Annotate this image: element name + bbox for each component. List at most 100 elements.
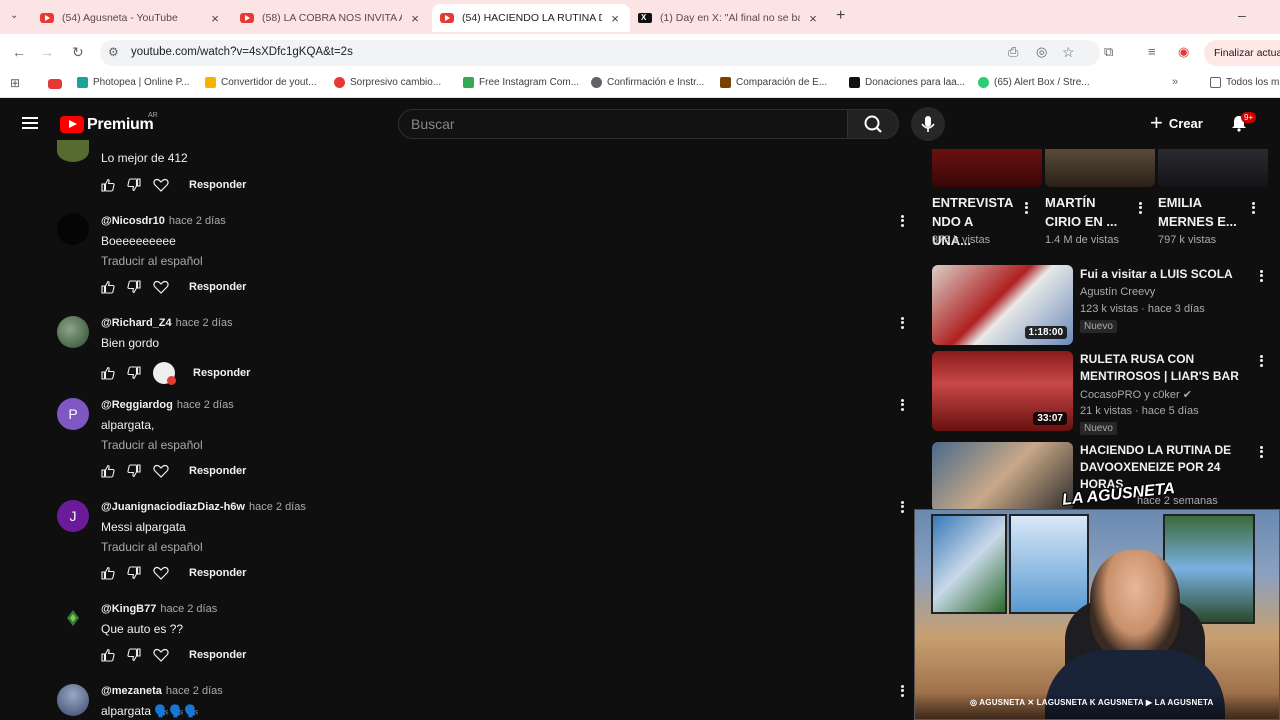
comment-author[interactable]: @mezaneta hace 2 días bbox=[101, 685, 223, 697]
like-icon[interactable] bbox=[101, 648, 115, 662]
media-icon[interactable]: ≡ bbox=[1148, 44, 1156, 59]
reply-button[interactable]: Responder bbox=[189, 465, 246, 477]
more-options-icon[interactable] bbox=[1023, 200, 1029, 216]
like-icon[interactable] bbox=[101, 464, 115, 478]
all-bookmarks[interactable]: Todos los m bbox=[1210, 77, 1279, 88]
youtube-logo-icon[interactable] bbox=[60, 116, 84, 133]
comment-author[interactable]: @Reggiardog hace 2 días bbox=[101, 399, 234, 411]
search-button[interactable] bbox=[847, 109, 899, 139]
short-thumbnail[interactable] bbox=[1045, 149, 1155, 187]
close-icon[interactable]: × bbox=[408, 11, 422, 26]
voice-search-button[interactable] bbox=[911, 107, 945, 141]
comment-author[interactable]: @Nicosdr10 hace 2 días bbox=[101, 215, 226, 227]
video-title[interactable]: Fui a visitar a LUIS SCOLA bbox=[1080, 266, 1250, 283]
bookmark-item[interactable]: Confirmación e Instr... bbox=[591, 77, 704, 88]
apps-icon[interactable]: ⊞ bbox=[10, 76, 20, 90]
url-text[interactable]: youtube.com/watch?v=4sXDfc1gKQA&t=2s bbox=[131, 46, 353, 58]
back-icon[interactable]: ← bbox=[12, 44, 26, 60]
translate-link[interactable]: Traducir al español bbox=[101, 254, 203, 268]
like-icon[interactable] bbox=[101, 366, 115, 380]
bookmark-star-icon[interactable]: ☆ bbox=[1062, 44, 1075, 61]
more-options-icon[interactable] bbox=[1137, 200, 1143, 216]
avatar[interactable]: P bbox=[57, 398, 89, 430]
video-channel[interactable]: CocasoPRO y c0ker ✔ bbox=[1080, 388, 1192, 401]
more-options-icon[interactable] bbox=[1258, 268, 1264, 284]
bookmark-item[interactable]: Donaciones para laa... bbox=[849, 77, 965, 88]
youtube-brand[interactable]: Premium bbox=[87, 116, 154, 134]
comment-author[interactable]: @JuanignaciodiazDiaz-h6w hace 2 días bbox=[101, 501, 306, 513]
site-info-icon[interactable]: ⚙ bbox=[108, 45, 119, 59]
avatar[interactable] bbox=[57, 316, 89, 348]
heart-icon[interactable] bbox=[153, 280, 169, 294]
reply-button[interactable]: Responder bbox=[189, 567, 246, 579]
menu-icon[interactable] bbox=[22, 117, 38, 129]
translate-link[interactable]: Traducir al español bbox=[101, 540, 203, 554]
bookmark-item[interactable]: Sorpresivo cambio... bbox=[334, 77, 441, 88]
translate-link[interactable]: Traducir al español bbox=[101, 438, 203, 452]
reply-button[interactable]: Responder bbox=[193, 367, 250, 379]
close-icon[interactable]: × bbox=[208, 11, 222, 26]
search-box[interactable] bbox=[398, 109, 848, 139]
more-options-icon[interactable] bbox=[899, 499, 905, 515]
dislike-icon[interactable] bbox=[127, 280, 141, 294]
dislike-icon[interactable] bbox=[127, 366, 141, 380]
heart-icon[interactable] bbox=[153, 178, 169, 192]
reply-button[interactable]: Responder bbox=[189, 649, 246, 661]
more-options-icon[interactable] bbox=[899, 315, 905, 331]
heart-icon[interactable] bbox=[153, 464, 169, 478]
install-icon[interactable]: ⎙ bbox=[1008, 44, 1018, 60]
more-options-icon[interactable] bbox=[1258, 353, 1264, 369]
profile-icon[interactable]: ◉ bbox=[1178, 44, 1189, 60]
video-thumbnail[interactable] bbox=[932, 442, 1073, 512]
browser-tab[interactable]: (58) LA COBRA NOS INVITA A S × bbox=[232, 4, 430, 32]
more-options-icon[interactable] bbox=[899, 213, 905, 229]
creator-heart-icon[interactable] bbox=[153, 362, 176, 385]
video-title[interactable]: RULETA RUSA CON MENTIROSOS | LIAR'S BAR bbox=[1080, 351, 1250, 385]
tab-list-chevron-icon[interactable]: ⌄ bbox=[10, 10, 18, 21]
more-bookmarks-icon[interactable]: » bbox=[1172, 76, 1178, 88]
new-tab-icon[interactable]: + bbox=[836, 7, 845, 25]
dislike-icon[interactable] bbox=[127, 178, 141, 192]
more-options-icon[interactable] bbox=[899, 683, 905, 699]
short-thumbnail[interactable] bbox=[1158, 149, 1268, 187]
short-title[interactable]: MARTÍN CIRIO EN ... bbox=[1045, 193, 1127, 231]
more-options-icon[interactable] bbox=[1250, 200, 1256, 216]
heart-icon[interactable] bbox=[153, 566, 169, 580]
avatar[interactable] bbox=[57, 684, 89, 716]
avatar[interactable] bbox=[57, 602, 89, 634]
browser-tab[interactable]: (54) Agusneta - YouTube × bbox=[32, 4, 230, 32]
dislike-icon[interactable] bbox=[127, 464, 141, 478]
heart-icon[interactable] bbox=[153, 648, 169, 662]
video-channel[interactable]: Agustín Creevy bbox=[1080, 286, 1155, 298]
more-options-icon[interactable] bbox=[1258, 444, 1264, 460]
more-options-icon[interactable] bbox=[899, 397, 905, 413]
avatar[interactable]: J bbox=[57, 500, 89, 532]
video-thumbnail[interactable]: 33:07 bbox=[932, 351, 1073, 431]
video-thumbnail[interactable]: 1:18:00 bbox=[932, 265, 1073, 345]
forward-icon[interactable]: → bbox=[40, 44, 54, 60]
eye-off-icon[interactable]: ◎ bbox=[1036, 44, 1047, 60]
bookmark-item[interactable]: Photopea | Online P... bbox=[77, 77, 189, 88]
browser-tab[interactable]: (1) Day en X: "Al final no se baj × bbox=[630, 4, 828, 32]
dislike-icon[interactable] bbox=[127, 648, 141, 662]
like-icon[interactable] bbox=[101, 280, 115, 294]
finalizar-button[interactable]: Finalizar actual bbox=[1204, 40, 1280, 66]
avatar[interactable] bbox=[57, 213, 89, 245]
like-icon[interactable] bbox=[101, 178, 115, 192]
extensions-icon[interactable]: ⧉ bbox=[1104, 44, 1113, 60]
browser-tab-active[interactable]: (54) HACIENDO LA RUTINA DE × bbox=[432, 4, 630, 32]
reload-icon[interactable]: ↻ bbox=[72, 44, 84, 61]
dislike-icon[interactable] bbox=[127, 566, 141, 580]
close-icon[interactable]: × bbox=[608, 11, 622, 26]
short-thumbnail[interactable] bbox=[932, 149, 1042, 187]
create-button[interactable]: + Crear bbox=[1150, 112, 1203, 134]
reply-button[interactable]: Responder bbox=[189, 179, 246, 191]
close-icon[interactable]: × bbox=[806, 11, 820, 26]
short-title[interactable]: EMILIA MERNES E... bbox=[1158, 193, 1240, 231]
youtube-bookmark-icon[interactable] bbox=[48, 79, 62, 89]
like-icon[interactable] bbox=[101, 566, 115, 580]
minimize-icon[interactable]: – bbox=[1238, 7, 1246, 23]
avatar[interactable] bbox=[57, 140, 89, 162]
bookmark-item[interactable]: (65) Alert Box / Stre... bbox=[978, 77, 1090, 88]
reply-button[interactable]: Responder bbox=[189, 281, 246, 293]
